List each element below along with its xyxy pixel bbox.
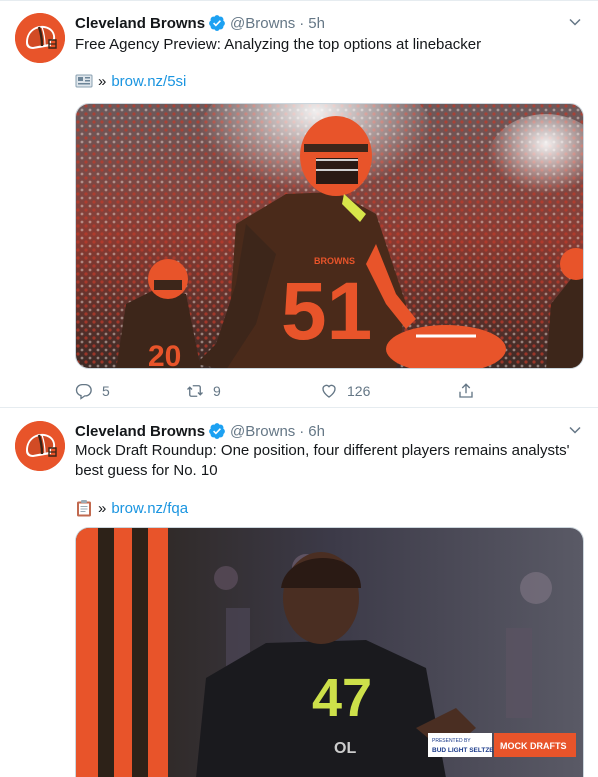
avatar[interactable]	[15, 13, 65, 63]
avatar[interactable]	[15, 421, 65, 471]
tweet[interactable]: Cleveland Browns @Browns · 6h Mock Draft…	[0, 409, 598, 777]
tweet[interactable]: Cleveland Browns @Browns · 5h Free Agenc…	[0, 0, 598, 408]
tweet-timestamp[interactable]: 5h	[308, 15, 325, 32]
chevron-down-icon[interactable]	[568, 423, 582, 437]
separator-dot: ·	[299, 422, 305, 440]
reply-count: 5	[102, 383, 110, 399]
like-button[interactable]: 126	[320, 382, 457, 400]
tweet-text: Free Agency Preview: Analyzing the top o…	[75, 36, 482, 53]
author-name[interactable]: Cleveland Browns	[75, 423, 205, 440]
player-51-photo: 20 51 BROWNS	[76, 104, 583, 369]
tweet-media-image[interactable]: 20 51 BROWNS	[75, 103, 584, 369]
media-badge: MOCK DRAFTS	[500, 741, 567, 751]
author-handle[interactable]: @Browns	[230, 15, 295, 32]
reply-button[interactable]: 5	[75, 382, 186, 400]
verified-badge-icon	[208, 422, 226, 440]
player-47-photo: 47 OL PRESENTED BY BUD LIGHT SELTZER MOC…	[76, 528, 583, 777]
tweet-header: Cleveland Browns @Browns · 5h	[75, 13, 578, 33]
clipboard-icon	[75, 499, 93, 517]
share-button[interactable]	[457, 382, 475, 400]
browns-helmet-logo-icon	[15, 421, 65, 471]
link-prefix: »	[98, 72, 107, 90]
tweet-link-line: » brow.nz/fqa	[75, 498, 188, 518]
author-handle[interactable]: @Browns	[230, 423, 295, 440]
heart-icon	[322, 384, 336, 398]
author-name[interactable]: Cleveland Browns	[75, 15, 205, 32]
reply-icon	[75, 383, 92, 400]
tweet-link[interactable]: brow.nz/fqa	[111, 500, 188, 517]
tweet-link[interactable]: brow.nz/5si	[111, 73, 186, 90]
tweet-timestamp[interactable]: 6h	[308, 423, 325, 440]
svg-text:PRESENTED BY: PRESENTED BY	[432, 738, 471, 744]
tweet-actions: 5 9 126	[75, 381, 515, 401]
tweet-link-line: » brow.nz/5si	[75, 71, 186, 91]
retweet-count: 9	[213, 383, 221, 399]
browns-helmet-logo-icon	[15, 13, 65, 63]
svg-text:47: 47	[312, 668, 372, 728]
sponsor-label: BUD LIGHT SELTZER	[432, 747, 499, 754]
tweet-media-image[interactable]: 47 OL PRESENTED BY BUD LIGHT SELTZER MOC…	[75, 527, 584, 777]
verified-badge-icon	[208, 14, 226, 32]
retweet-icon	[187, 385, 203, 397]
chevron-down-icon[interactable]	[568, 15, 582, 29]
tweet-header: Cleveland Browns @Browns · 6h	[75, 421, 578, 441]
svg-text:51: 51	[281, 266, 372, 357]
tweet-text: Mock Draft Roundup: One position, four d…	[75, 442, 570, 479]
like-count: 126	[347, 383, 371, 399]
svg-text:BROWNS: BROWNS	[314, 256, 355, 266]
svg-text:OL: OL	[334, 740, 356, 757]
retweet-button[interactable]: 9	[186, 382, 320, 400]
svg-text:20: 20	[148, 340, 181, 369]
share-icon	[459, 383, 473, 398]
link-prefix: »	[98, 499, 107, 517]
separator-dot: ·	[299, 14, 305, 32]
newspaper-icon	[75, 72, 93, 90]
